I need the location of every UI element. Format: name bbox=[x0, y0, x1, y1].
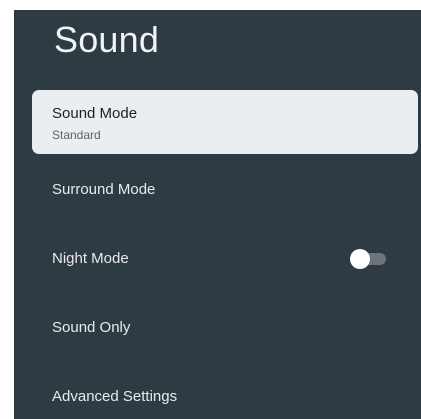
toggle-knob bbox=[350, 249, 370, 269]
menu-item-label: Sound Only bbox=[52, 319, 131, 336]
menu-item-advanced-settings[interactable]: Advanced Settings bbox=[32, 377, 418, 417]
menu-item-sound-mode[interactable]: Sound Mode Standard bbox=[32, 90, 418, 154]
menu-item-night-mode[interactable]: Night Mode bbox=[32, 239, 418, 279]
menu-item-surround-mode[interactable]: Surround Mode bbox=[32, 170, 418, 210]
night-mode-toggle[interactable] bbox=[350, 249, 386, 269]
menu-item-label: Sound Mode bbox=[52, 105, 138, 122]
menu-item-label: Surround Mode bbox=[52, 181, 156, 198]
menu-item-label: Advanced Settings bbox=[52, 388, 178, 405]
page-title: Sound bbox=[54, 19, 160, 60]
screen-frame: Sound Sound Mode Standard Surround Mode … bbox=[0, 0, 421, 419]
menu-item-value: Standard bbox=[52, 128, 101, 142]
sound-settings-panel: Sound Sound Mode Standard Surround Mode … bbox=[14, 10, 421, 419]
menu-item-label: Night Mode bbox=[52, 250, 129, 267]
menu-item-sound-only[interactable]: Sound Only bbox=[32, 308, 418, 348]
